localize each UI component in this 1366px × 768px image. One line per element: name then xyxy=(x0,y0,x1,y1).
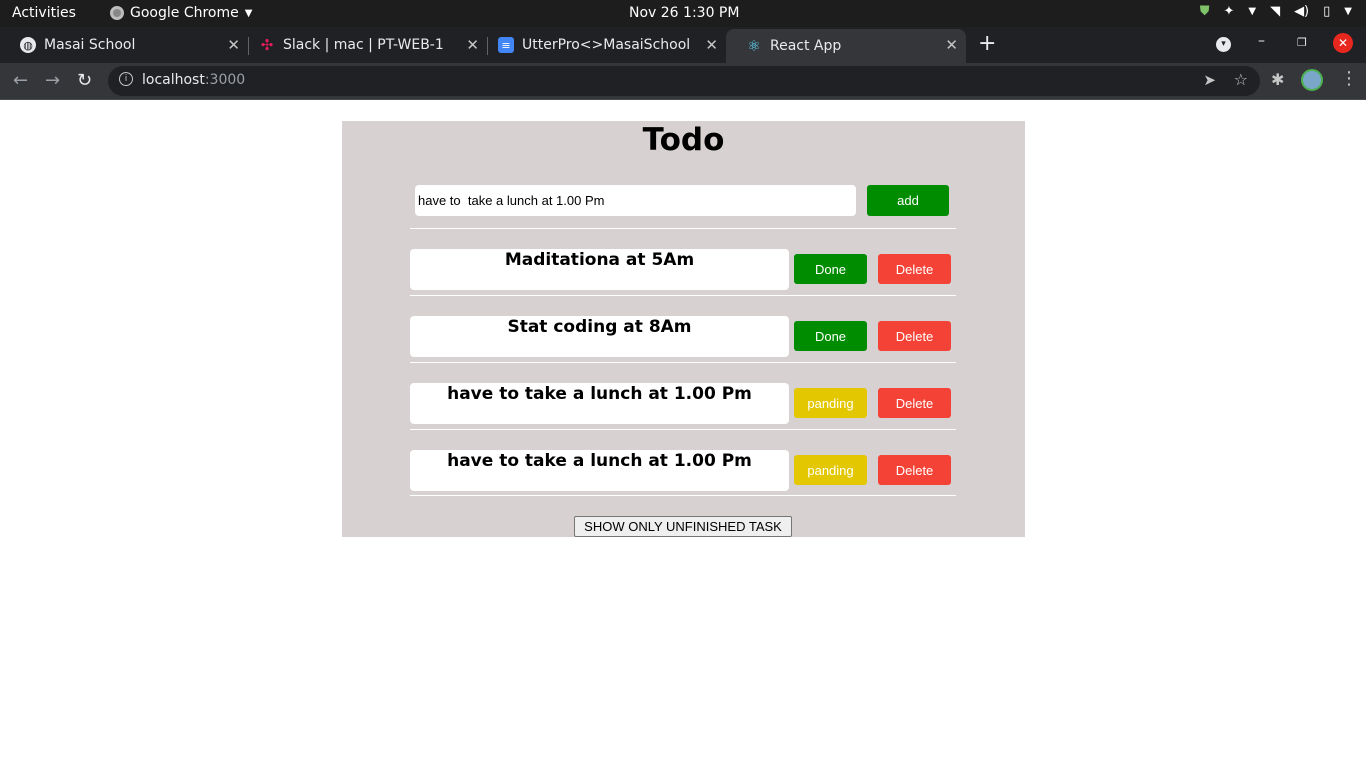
divider xyxy=(410,429,956,430)
todo-item-text: Maditationa at 5Am xyxy=(410,249,789,290)
url-port: :3000 xyxy=(204,72,246,88)
new-tab-button[interactable]: + xyxy=(978,31,996,56)
activities-button[interactable]: Activities xyxy=(12,5,76,21)
done-button[interactable]: Done xyxy=(794,254,867,284)
add-button[interactable]: add xyxy=(867,185,949,216)
close-window-button[interactable]: ✕ xyxy=(1333,33,1353,53)
browser-toolbar: ← → ↻ i localhost:3000 ➤ ☆ xyxy=(0,63,1366,100)
tab-title: React App xyxy=(770,38,842,54)
page-title: Todo xyxy=(642,122,725,158)
tab-slack[interactable]: ✣ Slack | mac | PT-WEB-1 ✕ xyxy=(239,29,487,61)
info-icon[interactable]: i xyxy=(119,72,133,86)
close-icon[interactable]: ✕ xyxy=(945,36,958,54)
delete-button[interactable]: Delete xyxy=(878,388,951,418)
chevron-down-icon: ▼ xyxy=(1344,6,1352,17)
todo-item-text: Stat coding at 8Am xyxy=(410,316,789,357)
url-host: localhost xyxy=(142,72,205,88)
divider xyxy=(410,362,956,363)
done-button[interactable]: Done xyxy=(794,321,867,351)
app-menu[interactable]: Google Chrome ▼ xyxy=(110,5,252,21)
address-bar[interactable]: i localhost:3000 ➤ ☆ xyxy=(108,66,1260,96)
tab-masai-school[interactable]: ◍ Masai School ✕ xyxy=(0,29,248,61)
accessibility-icon: ✦ xyxy=(1223,4,1235,19)
todo-input[interactable] xyxy=(415,185,856,216)
divider xyxy=(410,228,956,229)
close-icon[interactable]: ✕ xyxy=(705,36,718,54)
divider xyxy=(410,295,956,296)
tab-title: Masai School xyxy=(44,37,136,53)
avatar[interactable] xyxy=(1301,69,1323,91)
tab-search-icon[interactable]: ▾ xyxy=(1216,37,1231,52)
chrome-icon xyxy=(110,6,124,20)
volume-icon: ◀) xyxy=(1294,4,1310,19)
chevron-down-icon: ▼ xyxy=(244,7,253,19)
todo-item-text: have to take a lunch at 1.00 Pm xyxy=(410,450,789,491)
back-arrow-icon[interactable]: ← xyxy=(13,70,28,91)
globe-icon: ◍ xyxy=(20,37,36,53)
url-text: localhost:3000 xyxy=(142,72,245,88)
docs-icon: ≡ xyxy=(498,37,514,53)
tab-title: Slack | mac | PT-WEB-1 xyxy=(283,37,444,53)
tab-title: UtterPro<>MasaiSchool: F xyxy=(522,37,690,53)
delete-button[interactable]: Delete xyxy=(878,321,951,351)
restore-button[interactable]: ❐ xyxy=(1297,36,1307,49)
tab-react-app[interactable]: ⚛ React App ✕ xyxy=(726,29,966,63)
show-unfinished-button[interactable]: SHOW ONLY UNFINISHED TASK xyxy=(574,516,792,537)
app-menu-label: Google Chrome xyxy=(130,5,239,21)
pending-button[interactable]: panding xyxy=(794,455,867,485)
slack-icon: ✣ xyxy=(260,36,274,54)
tab-utterpro[interactable]: ≡ UtterPro<>MasaiSchool: F ✕ xyxy=(478,29,726,61)
clock[interactable]: Nov 26 1:30 PM xyxy=(629,5,739,21)
forward-arrow-icon[interactable]: → xyxy=(45,70,60,91)
tab-strip: ◍ Masai School ✕ ✣ Slack | mac | PT-WEB-… xyxy=(0,27,1366,63)
todo-app: Todo add Maditationa at 5Am Done Delete … xyxy=(342,121,1025,537)
divider xyxy=(410,495,956,496)
todo-item-text: have to take a lunch at 1.00 Pm xyxy=(410,383,789,424)
battery-icon: ▯ xyxy=(1323,4,1331,19)
wifi-icon: ◥ xyxy=(1270,4,1281,19)
reload-icon[interactable]: ↻ xyxy=(77,70,92,91)
react-icon: ⚛ xyxy=(747,37,761,55)
star-icon[interactable]: ☆ xyxy=(1234,70,1248,89)
chevron-down-icon: ▼ xyxy=(1248,6,1257,17)
minimize-button[interactable]: – xyxy=(1258,33,1265,49)
extensions-icon[interactable]: ✱ xyxy=(1271,70,1284,89)
send-icon[interactable]: ➤ xyxy=(1203,71,1216,89)
system-tray[interactable]: ⛊ ✦ ▼ ◥ ◀) ▯ ▼ xyxy=(1200,4,1352,19)
shield-icon: ⛊ xyxy=(1199,4,1210,19)
more-menu-icon[interactable]: ⋮ xyxy=(1340,68,1358,89)
delete-button[interactable]: Delete xyxy=(878,455,951,485)
delete-button[interactable]: Delete xyxy=(878,254,951,284)
pending-button[interactable]: panding xyxy=(794,388,867,418)
os-top-bar: Activities Google Chrome ▼ Nov 26 1:30 P… xyxy=(0,0,1366,27)
